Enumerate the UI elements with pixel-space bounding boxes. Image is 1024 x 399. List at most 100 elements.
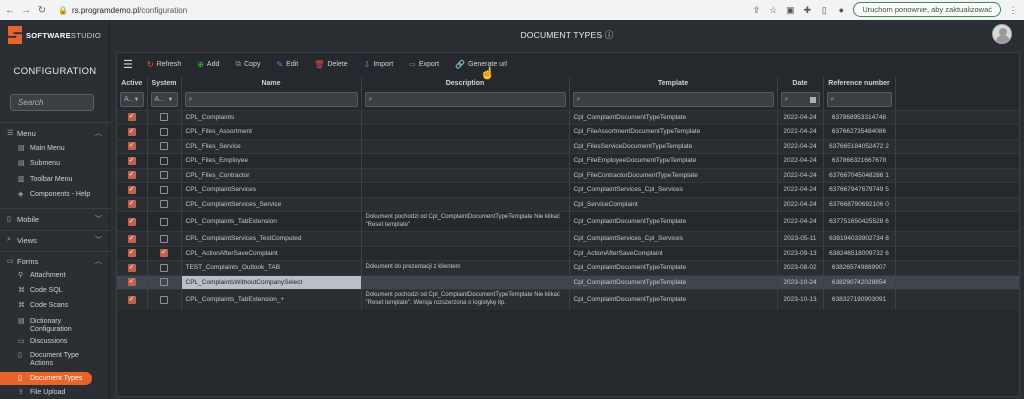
- sidebar-item-discussions[interactable]: ▭ Discussions: [0, 338, 110, 346]
- forward-icon[interactable]: →: [20, 5, 32, 16]
- lock-icon: 🔒: [58, 5, 68, 15]
- nav-group-views[interactable]: ⌕ Views ﹀: [0, 233, 110, 247]
- active-checkbox[interactable]: [127, 277, 136, 287]
- table-row[interactable]: CPL_Complaints Cpl_ComplaintDocumentTypeT…: [117, 109, 1019, 125]
- column-header-description[interactable]: Description: [361, 77, 570, 90]
- active-checkbox[interactable]: [127, 263, 136, 273]
- table-row[interactable]: TEST_Complaints_Outlook_TABDokument do p…: [117, 260, 1019, 275]
- name-filter-input[interactable]: ⌕: [184, 92, 358, 108]
- url-domain: rs.programdemo.pl: [71, 5, 140, 15]
- system-checkbox[interactable]: [160, 217, 168, 226]
- active-filter-select[interactable]: A.. ▼: [120, 92, 144, 108]
- puzzle-icon[interactable]: ✚: [802, 5, 812, 15]
- system-checkbox[interactable]: [160, 142, 168, 151]
- hamburger-icon[interactable]: ☰: [123, 58, 137, 71]
- sidebar-item-document-type-actions[interactable]: ▯ Document Type Actions: [0, 352, 100, 368]
- active-checkbox[interactable]: [127, 112, 136, 122]
- table-row[interactable]: CPL_Files_Employee Cpl_FileEmployeeDocume…: [117, 153, 1019, 168]
- column-header-reference[interactable]: Reference number: [823, 77, 896, 90]
- active-checkbox: [117, 211, 148, 232]
- back-icon[interactable]: ←: [4, 5, 16, 16]
- profile-icon[interactable]: ●: [836, 5, 846, 15]
- active-checkbox[interactable]: [127, 141, 136, 151]
- edit-icon: ✎: [276, 59, 284, 69]
- extension-icon[interactable]: ▣: [785, 5, 795, 15]
- sidebar-item-main-menu[interactable]: ▤ Main Menu: [0, 145, 110, 153]
- nav-group-forms[interactable]: ▭ Forms ︿: [0, 254, 110, 268]
- template-filter-input[interactable]: ⌕: [572, 92, 774, 108]
- table-row[interactable]: CPL_ComplaintServices_Service Cpl_Service…: [117, 196, 1019, 212]
- column-header-system[interactable]: System: [147, 77, 182, 90]
- table-row[interactable]: CPL_Files_Service Cpl_FilesServiceDocumen…: [117, 138, 1019, 154]
- system-checkbox[interactable]: [160, 278, 168, 287]
- reload-icon[interactable]: ↻: [36, 5, 48, 16]
- sidebar-item-components-help[interactable]: ◈ Components - Help: [0, 191, 110, 199]
- column-header-date[interactable]: Date: [777, 77, 824, 90]
- sidebar-item-document-types[interactable]: ▯ Document Types: [0, 372, 92, 385]
- system-checkbox[interactable]: [160, 127, 168, 136]
- edit-button[interactable]: ✎ Edit: [270, 57, 304, 71]
- sidebar-item-code-sql[interactable]: ⌘ Code SQL: [0, 287, 110, 295]
- active-checkbox[interactable]: [127, 170, 136, 180]
- table-row[interactable]: CPL_Files_Assortment Cpl_FileAssortmentDo…: [117, 124, 1019, 139]
- calendar-icon[interactable]: [809, 96, 816, 103]
- sidebar-item-dictionary-configuration[interactable]: ▤ Dictionary Configuration: [0, 318, 100, 334]
- system-checkbox[interactable]: [160, 200, 168, 209]
- sidebar-item-code-scans[interactable]: ⌘ Code Scans: [0, 302, 110, 310]
- reference-filter-input[interactable]: ⌕: [826, 92, 892, 108]
- delete-button[interactable]: 🗑 Delete: [308, 57, 353, 71]
- more-icon[interactable]: ⋮: [1008, 5, 1018, 15]
- system-checkbox[interactable]: [160, 248, 168, 258]
- table-row[interactable]: CPL_ComplaintsWithoutCompanySelect Cpl_Co…: [117, 274, 1019, 290]
- share-icon[interactable]: ⇪: [751, 5, 761, 15]
- add-button[interactable]: ⊕ Add: [191, 57, 225, 71]
- table-row[interactable]: CPL_ComplaintServices Cpl_ComplaintServic…: [117, 182, 1019, 197]
- star-icon[interactable]: ☆: [768, 5, 778, 15]
- logo[interactable]: SOFTWARESTUDIO: [8, 26, 101, 44]
- table-row[interactable]: CPL_ActionAfterSaveComplaint Cpl_ActionAf…: [117, 245, 1019, 261]
- nav-group-mobile[interactable]: ▯ Mobile ﹀: [0, 212, 110, 226]
- copy-button[interactable]: ⧉ Copy: [229, 57, 266, 71]
- table-row[interactable]: CPL_Complaints_TabExtensionDokument poch…: [117, 211, 1019, 232]
- active-checkbox[interactable]: [127, 295, 136, 305]
- export-button[interactable]: ⇨ Export: [403, 57, 445, 71]
- active-checkbox[interactable]: [127, 127, 136, 137]
- search-input[interactable]: Search: [10, 94, 94, 111]
- active-checkbox[interactable]: [127, 217, 136, 227]
- refresh-button[interactable]: ↻ Refresh: [141, 57, 187, 71]
- column-header-active[interactable]: Active: [117, 77, 148, 90]
- table-row[interactable]: CPL_ComplaintServices_TestComputed Cpl_Co…: [117, 231, 1019, 246]
- active-checkbox[interactable]: [127, 199, 136, 209]
- nav-group-menu[interactable]: ☰ Menu ︿: [0, 126, 110, 140]
- table-row[interactable]: CPL_Files_Contractor Cpl_FileContractorDo…: [117, 167, 1019, 183]
- active-checkbox[interactable]: [127, 234, 136, 244]
- reference-cell: 638194033902734 8: [823, 231, 896, 246]
- column-header-name[interactable]: Name: [181, 77, 362, 90]
- active-checkbox[interactable]: [127, 185, 136, 195]
- description-filter-input[interactable]: ⌕: [364, 92, 566, 108]
- sidebar-item-file-upload[interactable]: ⇪ File Upload: [0, 389, 110, 397]
- system-checkbox[interactable]: [160, 295, 168, 304]
- active-checkbox[interactable]: [127, 156, 136, 166]
- system-checkbox[interactable]: [160, 156, 168, 165]
- system-checkbox[interactable]: [160, 234, 168, 243]
- reference-cell: 637668790692106 0: [823, 196, 896, 212]
- avatar[interactable]: [992, 24, 1012, 44]
- import-button[interactable]: ⇩ Import: [358, 57, 400, 71]
- column-header-template[interactable]: Template: [569, 77, 778, 90]
- system-filter-select[interactable]: A.. ▼: [150, 92, 178, 108]
- name-cell: CPL_Complaints_TabExtension: [181, 211, 362, 232]
- system-checkbox[interactable]: [160, 113, 168, 122]
- update-button[interactable]: Uruchom ponownie, aby zaktualizować: [853, 2, 1001, 17]
- system-checkbox[interactable]: [160, 263, 168, 272]
- table-row[interactable]: CPL_Complaints_TabExtension_+Dokument po…: [117, 289, 1019, 310]
- system-checkbox[interactable]: [160, 171, 168, 180]
- sidebar-item-toolbar-menu[interactable]: ▥ Toolbar Menu: [0, 176, 110, 184]
- sidebar-item-attachment[interactable]: ⚲ Attachment: [0, 272, 110, 280]
- address-bar[interactable]: 🔒 rs.programdemo.pl/configuration: [58, 6, 187, 15]
- date-filter-input[interactable]: ⌕: [780, 92, 820, 108]
- sidebar-item-submenu[interactable]: ▤ Submenu: [0, 160, 110, 168]
- system-checkbox[interactable]: [160, 185, 168, 194]
- sidepanel-icon[interactable]: ▯: [819, 5, 829, 15]
- active-checkbox[interactable]: [127, 248, 136, 258]
